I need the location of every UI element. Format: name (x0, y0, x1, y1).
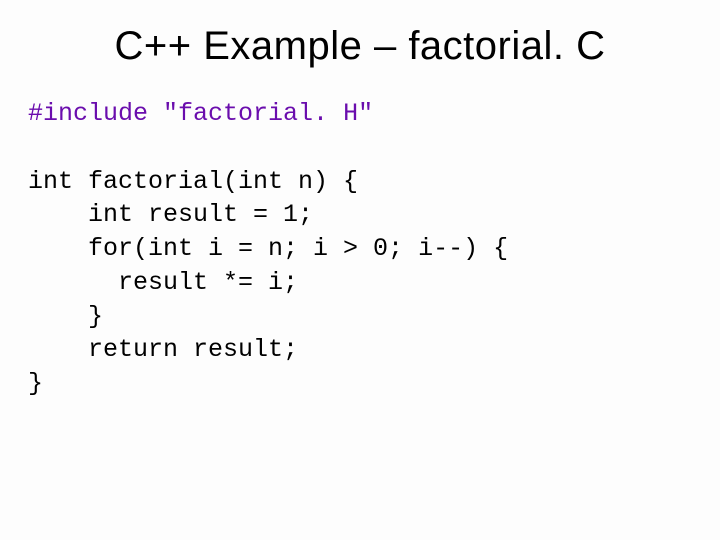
code-block: #include "factorial. H" int factorial(in… (0, 97, 720, 401)
code-line-5: result *= i; (28, 268, 298, 297)
slide-title: C++ Example – factorial. C (0, 0, 720, 97)
slide: C++ Example – factorial. C #include "fac… (0, 0, 720, 540)
code-line-3: int result = 1; (28, 200, 313, 229)
code-line-2: int factorial(int n) { (28, 167, 358, 196)
code-include-keyword: #include (28, 99, 148, 128)
code-include-path: "factorial. H" (148, 99, 373, 128)
code-line-7: return result; (28, 335, 298, 364)
code-line-6: } (28, 302, 103, 331)
code-line-4: for(int i = n; i > 0; i--) { (28, 234, 508, 263)
code-line-8: } (28, 369, 43, 398)
